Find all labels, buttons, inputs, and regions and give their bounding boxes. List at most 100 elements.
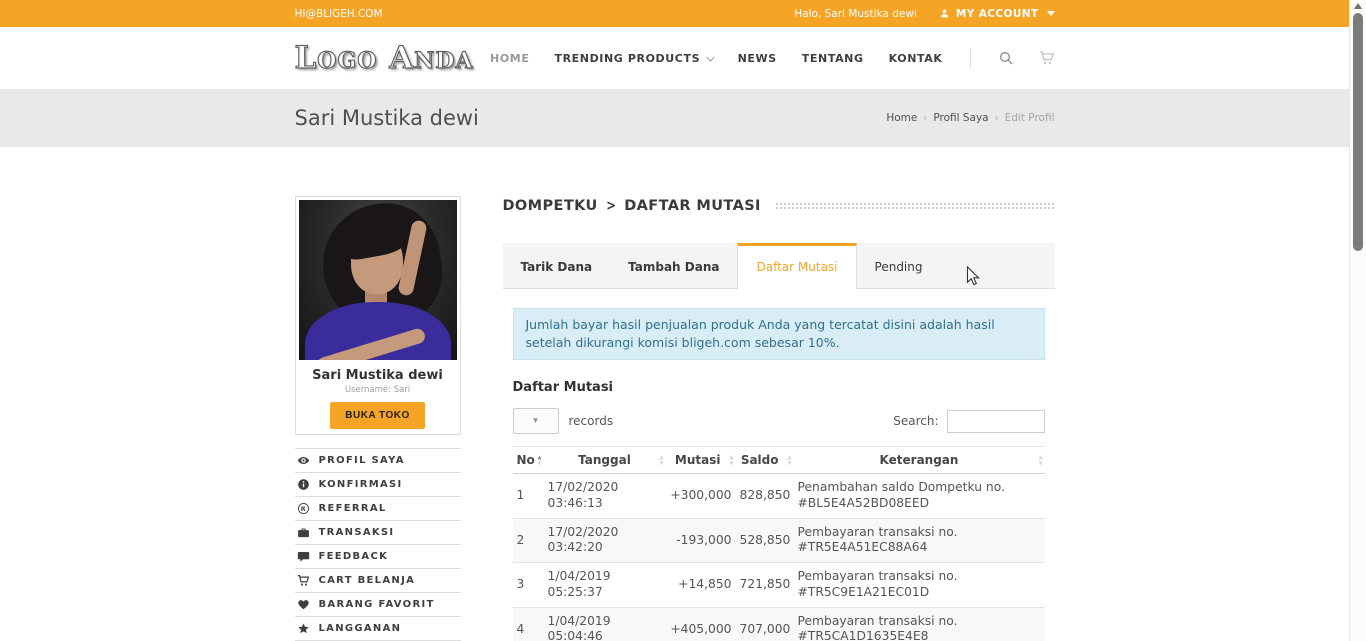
- sidebar-item-langganan[interactable]: LANGGANAN: [295, 617, 461, 641]
- my-account-menu[interactable]: MY ACCOUNT: [939, 8, 1055, 20]
- table-controls: records Search:: [513, 408, 1045, 434]
- cell-mutasi: +14,850: [666, 563, 736, 607]
- chevron-right-icon: >: [606, 198, 616, 214]
- nav-item-news[interactable]: NEWS: [738, 52, 777, 65]
- cell-keterangan: Penambahan saldo Dompetku no. #BL5E4A52B…: [794, 474, 1045, 518]
- sidebar-item-label: TRANSAKSI: [319, 527, 395, 538]
- sidebar-item-konfirmasi[interactable]: KONFIRMASI: [295, 473, 461, 497]
- tab-daftar-mutasi[interactable]: Daftar Mutasi: [737, 243, 856, 289]
- cart-icon: [297, 574, 310, 587]
- info-circle-icon: [297, 478, 310, 491]
- briefcase-icon: [297, 526, 310, 539]
- tab-tambah-dana[interactable]: Tambah Dana: [610, 243, 737, 288]
- scrollbar[interactable]: [1349, 0, 1366, 641]
- section-heading: DOMPETKU > DAFTAR MUTASI: [503, 198, 1055, 214]
- table-row: 3 1/04/2019 05:25:37 +14,850 721,850 Pem…: [513, 563, 1045, 607]
- profile-name: Sari Mustika dewi: [299, 368, 457, 383]
- cell-mutasi: -193,000: [666, 518, 736, 562]
- column-header-keterangan[interactable]: Keterangan: [794, 447, 1045, 474]
- cell-no: 2: [513, 518, 544, 562]
- sidebar-item-label: PROFIL SAYA: [319, 455, 405, 466]
- breadcrumb-separator: [989, 112, 1005, 124]
- cell-tanggal: 17/02/2020 03:42:20: [544, 518, 666, 562]
- my-account-label: MY ACCOUNT: [956, 8, 1039, 20]
- page-viewport: HI@BLIGEH.COM Halo, Sari Mustika dewi MY…: [0, 0, 1349, 641]
- topbar: HI@BLIGEH.COM Halo, Sari Mustika dewi MY…: [0, 0, 1349, 27]
- page-title: Sari Mustika dewi: [295, 106, 479, 130]
- topbar-greeting: Halo, Sari Mustika dewi: [794, 8, 917, 20]
- tab-tarik-dana[interactable]: Tarik Dana: [503, 243, 611, 288]
- buka-toko-button[interactable]: BUKA TOKO: [330, 402, 425, 429]
- main-panel: DOMPETKU > DAFTAR MUTASI Tarik Dana Tamb…: [503, 196, 1055, 641]
- cell-saldo: 828,850: [736, 474, 794, 518]
- cart-icon[interactable]: [1039, 50, 1055, 66]
- registered-icon: R: [297, 502, 310, 515]
- breadcrumb: Home Profil Saya Edit Profil: [886, 112, 1054, 124]
- breadcrumb-home[interactable]: Home: [886, 112, 917, 124]
- breadcrumb-separator: [917, 112, 933, 124]
- scroll-up-arrow-icon[interactable]: [1354, 3, 1362, 9]
- breadcrumb-profil-saya[interactable]: Profil Saya: [933, 112, 988, 124]
- column-header-saldo[interactable]: Saldo: [736, 447, 794, 474]
- sidebar-item-barang-favorit[interactable]: BARANG FAVORIT: [295, 593, 461, 617]
- sidebar-item-transaksi[interactable]: TRANSAKSI: [295, 521, 461, 545]
- cell-keterangan: Pembayaran transaksi no. #TR5C9E1A21EC01…: [794, 563, 1045, 607]
- search-icon[interactable]: [998, 50, 1014, 66]
- nav-item-trending-products[interactable]: TRENDING PRODUCTS: [554, 52, 712, 65]
- cell-saldo: 528,850: [736, 518, 794, 562]
- wallet-tab-panel: Tarik Dana Tambah Dana Daftar Mutasi Pen…: [503, 243, 1055, 641]
- search-input[interactable]: [947, 410, 1045, 433]
- dotted-divider: [775, 202, 1055, 210]
- sidebar-item-profil-saya[interactable]: PROFIL SAYA: [295, 449, 461, 473]
- sort-icon: [729, 455, 733, 466]
- column-header-tanggal[interactable]: Tanggal: [544, 447, 666, 474]
- sidebar-item-label: REFERRAL: [319, 503, 387, 514]
- sidebar-menu: PROFIL SAYA KONFIRMASI R REFERRAL TRANSA…: [295, 448, 461, 641]
- records-per-page-select[interactable]: [513, 408, 559, 434]
- site-header: Logo Anda HOME TRENDING PRODUCTS NEWS TE…: [0, 27, 1349, 89]
- cell-mutasi: +405,000: [666, 607, 736, 641]
- nav-item-tentang[interactable]: TENTANG: [802, 52, 864, 65]
- topbar-email-link[interactable]: HI@BLIGEH.COM: [295, 8, 383, 20]
- sort-icon: [659, 455, 663, 466]
- page-banner: Sari Mustika dewi Home Profil Saya Edit …: [0, 89, 1349, 147]
- profile-card: Sari Mustika dewi Username: Sari BUKA TO…: [295, 196, 461, 435]
- tab-content: Jumlah bayar hasil penjualan produk Anda…: [503, 289, 1055, 641]
- sidebar-item-label: CART BELANJA: [319, 575, 416, 586]
- table-header-row: No Tanggal Mutasi Saldo Keterangan: [513, 447, 1045, 474]
- profile-photo: [299, 200, 457, 360]
- records-label: records: [569, 414, 614, 428]
- star-icon: [297, 622, 310, 635]
- sidebar-item-label: KONFIRMASI: [319, 479, 403, 490]
- eye-icon: [297, 454, 310, 467]
- column-header-mutasi[interactable]: Mutasi: [666, 447, 736, 474]
- nav-item-kontak[interactable]: KONTAK: [889, 52, 943, 65]
- chevron-down-icon: [707, 53, 715, 61]
- cell-keterangan: Pembayaran transaksi no. #TR5E4A51EC88A6…: [794, 518, 1045, 562]
- search-label: Search:: [893, 414, 938, 428]
- tab-pending[interactable]: Pending: [857, 243, 941, 288]
- main-nav: HOME TRENDING PRODUCTS NEWS TENTANG KONT…: [490, 48, 1054, 68]
- profile-username: Username: Sari: [299, 385, 457, 395]
- table-row: 1 17/02/2020 03:46:13 +300,000 828,850 P…: [513, 474, 1045, 518]
- site-logo[interactable]: Logo Anda: [295, 40, 474, 76]
- breadcrumb-edit-profil[interactable]: Edit Profil: [1005, 112, 1055, 124]
- sidebar-item-label: FEEDBACK: [319, 551, 389, 562]
- cell-no: 1: [513, 474, 544, 518]
- cell-saldo: 707,000: [736, 607, 794, 641]
- scrollbar-thumb[interactable]: [1353, 13, 1363, 251]
- user-icon: [939, 8, 950, 19]
- comment-icon: [297, 550, 310, 563]
- table-row: 4 1/04/2019 05:04:46 +405,000 707,000 Pe…: [513, 607, 1045, 641]
- cell-saldo: 721,850: [736, 563, 794, 607]
- sort-icon: [1038, 455, 1042, 466]
- list-title: Daftar Mutasi: [513, 380, 1045, 395]
- sidebar-item-referral[interactable]: R REFERRAL: [295, 497, 461, 521]
- nav-item-home[interactable]: HOME: [490, 52, 529, 65]
- chevron-down-icon: [1047, 11, 1055, 16]
- column-header-no[interactable]: No: [513, 447, 544, 474]
- sidebar-item-feedback[interactable]: FEEDBACK: [295, 545, 461, 569]
- mutasi-table: No Tanggal Mutasi Saldo Keterangan 1 17/…: [513, 446, 1045, 641]
- sidebar-item-cart-belanja[interactable]: CART BELANJA: [295, 569, 461, 593]
- sort-icon: [787, 455, 791, 466]
